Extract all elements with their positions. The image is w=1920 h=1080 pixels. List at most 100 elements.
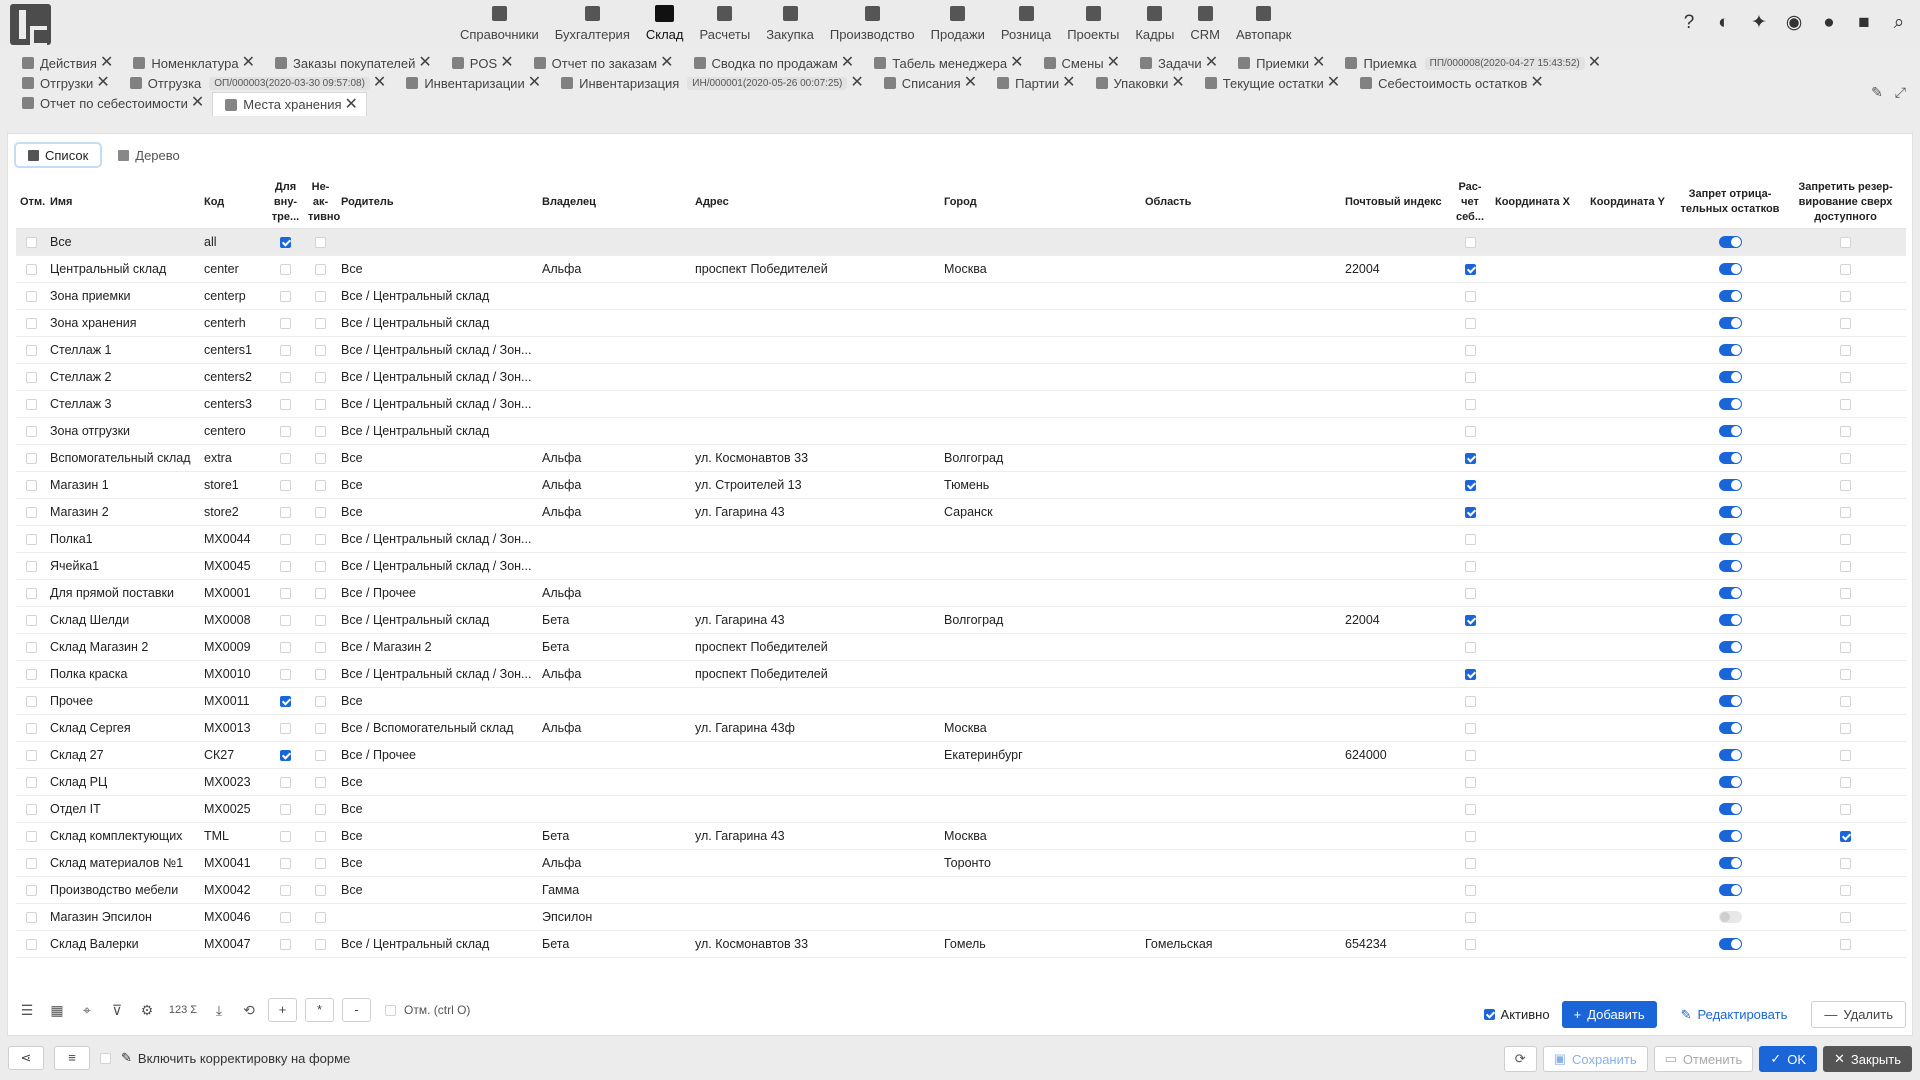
row-mark-checkbox[interactable] bbox=[25, 398, 37, 410]
reserve-limit-checkbox[interactable] bbox=[1840, 857, 1851, 869]
table-row[interactable]: Зона приемки centerp Все / Центральный скл… bbox=[16, 282, 1906, 310]
tab-tabs_row1-10[interactable]: Приемка ПП/000008(2020-04-27 15:43:52) ✕ bbox=[1333, 52, 1609, 74]
reserve-limit-checkbox[interactable] bbox=[1840, 614, 1851, 626]
close-tab-icon[interactable]: ✕ bbox=[850, 75, 863, 91]
app-logo[interactable] bbox=[10, 4, 51, 47]
cost-calc-checkbox[interactable] bbox=[1464, 560, 1476, 572]
internal-checkbox[interactable] bbox=[280, 857, 291, 869]
inactive-checkbox[interactable] bbox=[315, 425, 326, 437]
internal-checkbox[interactable] bbox=[280, 452, 291, 464]
row-mark-checkbox[interactable] bbox=[25, 236, 37, 248]
table-row[interactable]: Зона хранения centerh Все / Центральный ск… bbox=[16, 309, 1906, 337]
reload-button[interactable]: ⟳ bbox=[1503, 1046, 1537, 1072]
row-mark-checkbox[interactable] bbox=[25, 587, 37, 599]
save-button[interactable]: ▣ Сохранить bbox=[1542, 1046, 1648, 1072]
internal-checkbox[interactable] bbox=[280, 830, 291, 842]
internal-checkbox[interactable] bbox=[280, 641, 291, 653]
inactive-checkbox[interactable] bbox=[315, 506, 326, 518]
table-row[interactable]: Центральный склад center Все Альфа проспект … bbox=[16, 255, 1906, 283]
negative-stock-toggle[interactable] bbox=[1718, 533, 1742, 546]
add-row-button[interactable]: + bbox=[268, 998, 297, 1022]
negative-stock-toggle[interactable] bbox=[1718, 506, 1742, 519]
cost-calc-checkbox[interactable] bbox=[1464, 776, 1476, 788]
inactive-checkbox[interactable] bbox=[315, 398, 326, 410]
reserve-limit-checkbox[interactable] bbox=[1840, 533, 1851, 545]
reserve-limit-checkbox[interactable] bbox=[1840, 371, 1851, 383]
tab-tabs_row2-8[interactable]: Себестоимость остатков ✕ bbox=[1348, 72, 1552, 94]
menu-item-5[interactable]: Производство bbox=[822, 0, 923, 48]
cost-calc-checkbox[interactable] bbox=[1464, 641, 1476, 653]
reserve-limit-checkbox[interactable] bbox=[1840, 749, 1851, 761]
cost-calc-checkbox[interactable] bbox=[1464, 668, 1476, 680]
menu-item-4[interactable]: Закупка bbox=[758, 0, 822, 48]
negative-stock-toggle[interactable] bbox=[1718, 587, 1742, 600]
row-mark-checkbox[interactable] bbox=[25, 884, 37, 896]
inactive-checkbox[interactable] bbox=[315, 371, 326, 383]
pencil-icon[interactable]: ✎ bbox=[1871, 84, 1883, 101]
column-header[interactable]: Отм. bbox=[16, 177, 46, 229]
menu-item-9[interactable]: Кадры bbox=[1127, 0, 1182, 48]
row-mark-checkbox[interactable] bbox=[25, 290, 37, 302]
cost-calc-checkbox[interactable] bbox=[1464, 371, 1476, 383]
cost-calc-checkbox[interactable] bbox=[1464, 830, 1476, 842]
internal-checkbox[interactable] bbox=[280, 668, 291, 680]
tab-tabs_row1-3[interactable]: POS ✕ bbox=[440, 52, 522, 74]
cost-calc-checkbox[interactable] bbox=[1464, 884, 1476, 896]
menu-item-0[interactable]: Справочники bbox=[452, 0, 547, 48]
row-mark-checkbox[interactable] bbox=[25, 776, 37, 788]
negative-stock-toggle[interactable] bbox=[1718, 776, 1742, 789]
cost-calc-checkbox[interactable] bbox=[1464, 614, 1476, 626]
internal-checkbox[interactable] bbox=[280, 722, 291, 734]
help-icon[interactable]: ? bbox=[1678, 12, 1700, 34]
table-row[interactable]: Ячейка1 MX0045 Все / Центральный склад / З… bbox=[16, 552, 1906, 580]
close-tab-icon[interactable]: ✕ bbox=[345, 96, 358, 113]
negative-stock-toggle[interactable] bbox=[1718, 884, 1742, 897]
internal-checkbox[interactable] bbox=[280, 317, 291, 329]
internal-checkbox[interactable] bbox=[280, 560, 291, 572]
reserve-limit-checkbox[interactable] bbox=[1840, 938, 1851, 950]
pin-icon[interactable]: ✦ bbox=[1748, 12, 1770, 34]
cost-calc-checkbox[interactable] bbox=[1464, 398, 1476, 410]
active-checkbox[interactable] bbox=[1483, 1009, 1495, 1020]
table-row[interactable]: Стеллаж 2 centers2 Все / Центральный склад… bbox=[16, 363, 1906, 391]
row-mark-checkbox[interactable] bbox=[25, 695, 37, 707]
negative-stock-toggle[interactable] bbox=[1718, 263, 1742, 276]
tab-tabs_row2-6[interactable]: Упаковки ✕ bbox=[1084, 72, 1193, 94]
column-header[interactable]: Координата X bbox=[1491, 177, 1586, 229]
negative-stock-toggle[interactable] bbox=[1718, 236, 1742, 249]
cost-calc-checkbox[interactable] bbox=[1464, 452, 1476, 464]
column-header[interactable]: Имя bbox=[46, 177, 200, 229]
inactive-checkbox[interactable] bbox=[315, 857, 326, 869]
reserve-limit-checkbox[interactable] bbox=[1840, 317, 1851, 329]
inactive-checkbox[interactable] bbox=[315, 641, 326, 653]
inactive-checkbox[interactable] bbox=[315, 695, 326, 707]
row-mark-checkbox[interactable] bbox=[25, 425, 37, 437]
column-header[interactable]: Рас-чет себ... bbox=[1449, 177, 1491, 229]
internal-checkbox[interactable] bbox=[280, 695, 291, 707]
column-header[interactable]: Родитель bbox=[337, 177, 538, 229]
tab-tabs_row2-4[interactable]: Списания ✕ bbox=[872, 72, 985, 94]
negative-stock-toggle[interactable] bbox=[1718, 560, 1742, 573]
tab-tabs_row2-5[interactable]: Партии ✕ bbox=[985, 72, 1083, 94]
inactive-checkbox[interactable] bbox=[315, 776, 326, 788]
row-mark-checkbox[interactable] bbox=[25, 263, 37, 275]
internal-checkbox[interactable] bbox=[280, 344, 291, 356]
close-tab-icon[interactable]: ✕ bbox=[1327, 75, 1340, 91]
close-tab-icon[interactable]: ✕ bbox=[1171, 75, 1184, 91]
tab-tabs_row2-1[interactable]: Отгрузка ОП/000003(2020-03-30 09:57:08) ✕ bbox=[118, 72, 395, 94]
reserve-limit-checkbox[interactable] bbox=[1840, 803, 1851, 815]
negative-stock-toggle[interactable] bbox=[1718, 317, 1742, 330]
internal-checkbox[interactable] bbox=[280, 749, 291, 761]
contrast-icon[interactable]: ◐ bbox=[1713, 12, 1735, 34]
close-tab-icon[interactable]: ✕ bbox=[373, 75, 386, 91]
tab-tree[interactable]: Дерево bbox=[106, 142, 191, 168]
tab-tabs_row1-6[interactable]: Табель менеджера ✕ bbox=[862, 52, 1031, 74]
reserve-limit-checkbox[interactable] bbox=[1840, 884, 1851, 896]
menu-item-2[interactable]: Склад bbox=[638, 0, 692, 48]
reserve-limit-checkbox[interactable] bbox=[1840, 263, 1851, 275]
download-icon[interactable]: ⤓ bbox=[208, 999, 230, 1021]
tab-tabs_row1-0[interactable]: Действия ✕ bbox=[10, 52, 121, 74]
map-pin-icon[interactable]: ⌖ bbox=[76, 999, 98, 1021]
negative-stock-toggle[interactable] bbox=[1718, 749, 1742, 762]
close-button[interactable]: ✕ Закрыть bbox=[1823, 1046, 1912, 1072]
